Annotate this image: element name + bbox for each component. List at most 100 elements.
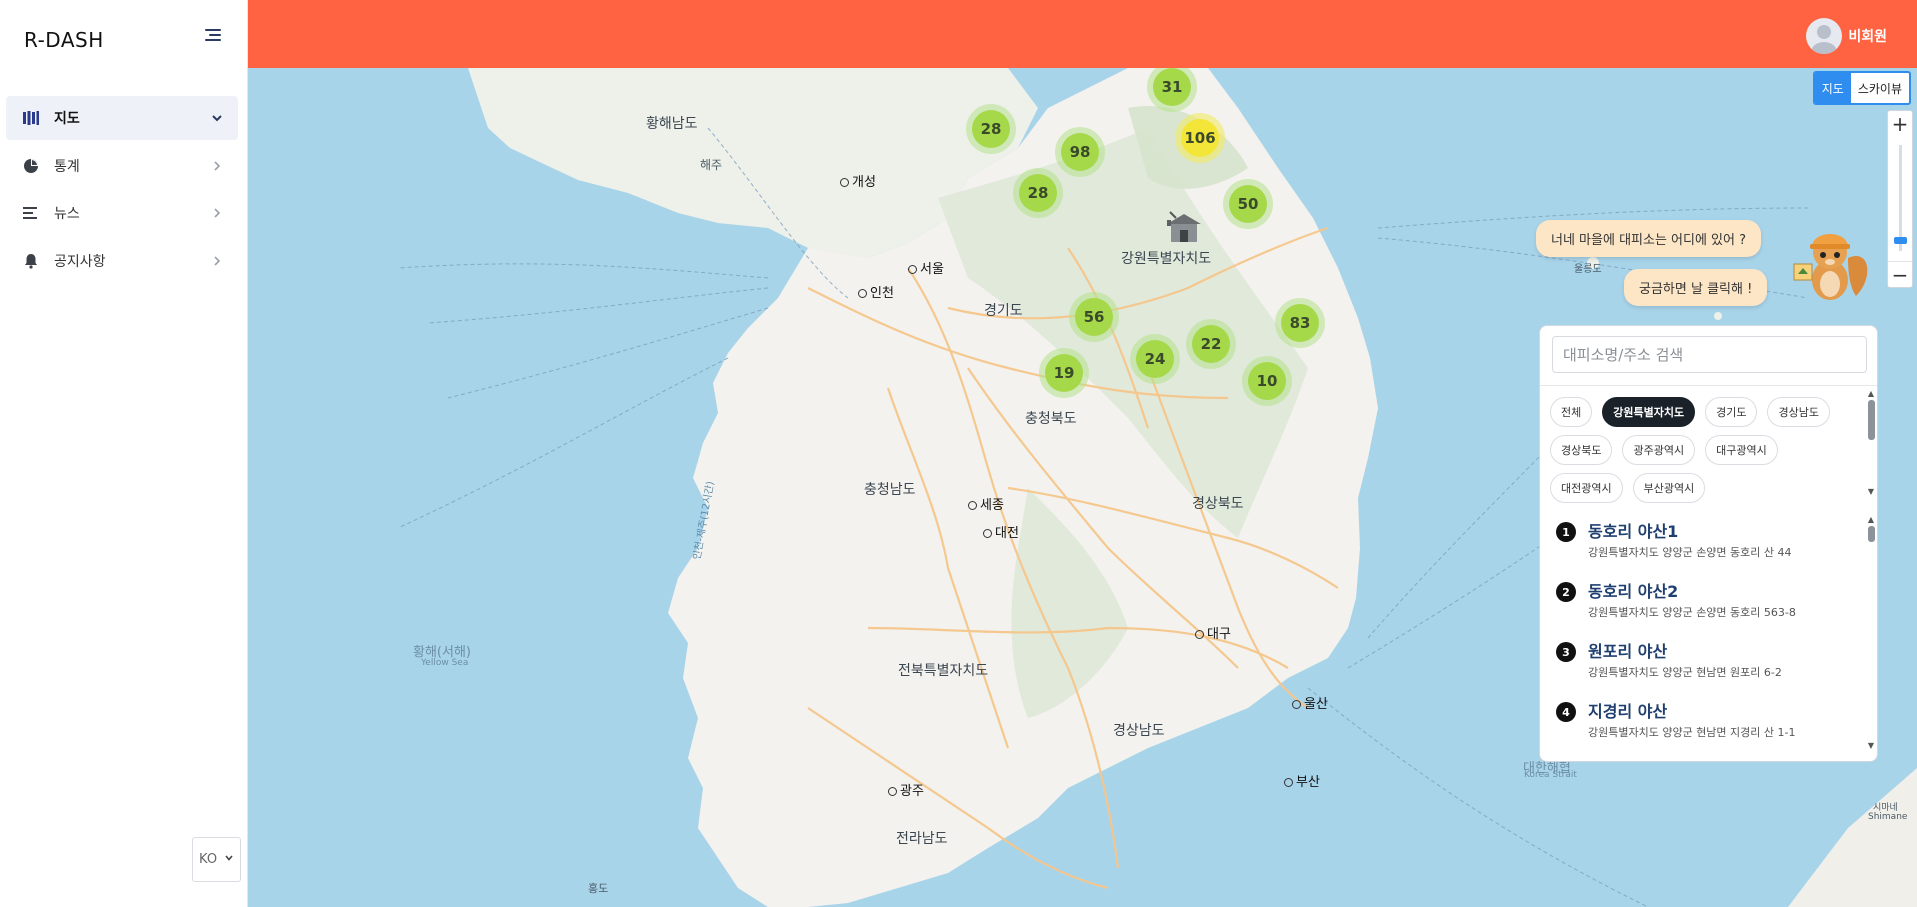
user-menu[interactable]: 비회원 <box>1806 18 1887 54</box>
speech-bubble-prompt[interactable]: 궁금하면 날 클릭해 ! <box>1624 269 1768 306</box>
cluster-marker[interactable]: 56 <box>1069 292 1119 342</box>
zoom-slider-handle[interactable] <box>1894 237 1907 244</box>
chip-daegu[interactable]: 대구광역시 <box>1705 435 1778 465</box>
cluster-count: 50 <box>1229 185 1267 223</box>
shelter-list-item[interactable]: 3 원포리 야산 강원특별자치도 양양군 현남면 원포리 6-2 <box>1556 638 1856 698</box>
scroll-down-icon[interactable]: ▼ <box>1867 742 1875 750</box>
news-icon <box>22 204 40 222</box>
cluster-marker[interactable]: 24 <box>1130 334 1180 384</box>
user-name: 비회원 <box>1848 29 1887 45</box>
cluster-marker[interactable]: 50 <box>1223 179 1273 229</box>
scroll-up-icon[interactable]: ▲ <box>1867 390 1875 398</box>
sidebar-item-label: 뉴스 <box>54 206 80 222</box>
chip-busan[interactable]: 부산광역시 <box>1632 473 1706 503</box>
sidebar: R-DASH 지도 통계 뉴스 공지사항 KO <box>0 0 248 907</box>
sidebar-item-map[interactable]: 지도 <box>6 96 238 140</box>
shelter-name: 동호리 야산2 <box>1588 582 1679 601</box>
language-value: KO <box>199 852 218 867</box>
chip-gyeongbuk[interactable]: 경상북도 <box>1550 435 1613 465</box>
shelter-address: 강원특별자치도 양양군 손양면 동호리 563-8 <box>1588 606 1796 619</box>
scroll-thumb[interactable] <box>1867 526 1875 542</box>
map-label-hwanghae: 황해남도 <box>646 116 698 132</box>
sidebar-item-label: 공지사항 <box>54 253 106 270</box>
map-label-ulsan: 울산 <box>1292 693 1328 712</box>
map-label-busan: 부산 <box>1284 771 1320 790</box>
map-label-hongdo: 홍도 <box>588 882 609 895</box>
cluster-marker[interactable]: 28 <box>1013 168 1063 218</box>
shelter-list-item[interactable]: 4 지경리 야산 강원특별자치도 양양군 현남면 지경리 산 1-1 <box>1556 698 1856 758</box>
shelter-list: 1 동호리 야산1 강원특별자치도 양양군 손양면 동호리 산 44 2 동호리… <box>1556 518 1856 758</box>
cluster-count: 19 <box>1045 354 1083 392</box>
menu-toggle-icon[interactable] <box>202 26 224 48</box>
sidebar-item-notice[interactable]: 공지사항 <box>6 239 238 283</box>
zoom-out-button[interactable]: − <box>1888 261 1912 287</box>
chip-gyeongnam[interactable]: 경상남도 <box>1767 397 1830 427</box>
divider <box>1540 385 1877 386</box>
cluster-marker[interactable]: 10 <box>1242 356 1292 406</box>
chip-all[interactable]: 전체 <box>1550 397 1593 427</box>
cluster-marker[interactable]: 19 <box>1039 348 1089 398</box>
shelter-name: 동호리 야산1 <box>1588 522 1679 541</box>
scroll-down-icon[interactable]: ▼ <box>1867 488 1875 496</box>
map-view-toggle: 지도 스카이뷰 <box>1812 71 1911 105</box>
cluster-count: 106 <box>1181 119 1219 157</box>
shelter-list-item[interactable]: 1 동호리 야산1 강원특별자치도 양양군 손양면 동호리 산 44 <box>1556 518 1856 578</box>
shelter-panel: 전체 강원특별자치도 경기도 경상남도 경상북도 광주광역시 대구광역시 대전광… <box>1539 325 1878 762</box>
shelter-name: 원포리 야산 <box>1588 642 1668 661</box>
shelter-list-item[interactable]: 2 동호리 야산2 강원특별자치도 양양군 손양면 동호리 563-8 <box>1556 578 1856 638</box>
zoom-in-button[interactable]: + <box>1888 111 1912 137</box>
zoom-control: + − <box>1887 110 1913 288</box>
chip-gyeonggi[interactable]: 경기도 <box>1705 397 1758 427</box>
cluster-marker[interactable]: 98 <box>1055 127 1105 177</box>
shelter-number: 4 <box>1556 702 1576 722</box>
chips-scrollbar[interactable]: ▲ ▼ <box>1867 390 1875 496</box>
chevron-right-icon <box>214 160 221 171</box>
map-label-chungnam: 충청남도 <box>864 482 916 498</box>
brand-logo[interactable]: R-DASH <box>24 28 104 52</box>
house-marker-icon[interactable] <box>1164 208 1204 244</box>
sidebar-item-label: 지도 <box>54 111 80 127</box>
map-icon <box>22 109 40 127</box>
cluster-count: 98 <box>1061 133 1099 171</box>
map-label-ulleungdo: 울릉도 <box>1574 264 1602 275</box>
cluster-count: 10 <box>1248 362 1286 400</box>
cluster-marker[interactable]: 106 <box>1175 113 1225 163</box>
sidebar-item-news[interactable]: 뉴스 <box>6 191 238 235</box>
chip-gwangju[interactable]: 광주광역시 <box>1622 435 1696 465</box>
map-label-incheon: 인천 <box>858 282 894 301</box>
chevron-down-icon <box>225 855 233 861</box>
language-select[interactable]: KO <box>192 837 241 882</box>
map-label-gyeongbuk: 경상북도 <box>1192 496 1244 512</box>
mascot-squirrel-icon[interactable] <box>1790 218 1872 304</box>
zoom-track[interactable] <box>1899 145 1902 251</box>
skyview-button[interactable]: 스카이뷰 <box>1851 73 1909 103</box>
scroll-up-icon[interactable]: ▲ <box>1867 516 1875 524</box>
map-label-gyeonggi: 경기도 <box>984 303 1023 319</box>
sidebar-item-stats[interactable]: 통계 <box>6 144 238 188</box>
cluster-count: 28 <box>972 110 1010 148</box>
scroll-thumb[interactable] <box>1867 400 1875 440</box>
map-label-gwangju: 광주 <box>888 780 924 799</box>
cluster-marker[interactable]: 22 <box>1186 319 1236 369</box>
map-label-gyeongnam: 경상남도 <box>1113 723 1165 739</box>
map-label-shimane-en: Shimane <box>1868 812 1908 822</box>
sidebar-nav: 지도 통계 뉴스 공지사항 <box>6 96 238 286</box>
chip-daejeon[interactable]: 대전광역시 <box>1550 473 1623 503</box>
cluster-marker[interactable]: 28 <box>966 104 1016 154</box>
map-label-jeonnam: 전라남도 <box>896 831 948 847</box>
cluster-marker[interactable]: 83 <box>1275 298 1325 348</box>
speech-bubble-question[interactable]: 너네 마을에 대피소는 어디에 있어 ? <box>1536 220 1762 257</box>
map-label-jeonbuk: 전북특별자치도 <box>898 663 989 679</box>
shelter-number: 1 <box>1556 522 1576 542</box>
map-label-chungbuk: 충청북도 <box>1025 411 1077 427</box>
map-view-button[interactable]: 지도 <box>1814 73 1851 103</box>
shelter-search-input[interactable] <box>1552 336 1867 373</box>
map-label-daejeon: 대전 <box>983 522 1019 541</box>
map-label-daegu: 대구 <box>1195 623 1231 642</box>
chevron-down-icon <box>212 115 222 122</box>
map-label-korea-strait-en: Korea Strait <box>1524 770 1577 780</box>
chip-gangwon[interactable]: 강원특별자치도 <box>1602 397 1696 427</box>
pie-chart-icon <box>22 157 40 175</box>
sidebar-item-label: 통계 <box>54 158 80 175</box>
list-scrollbar[interactable]: ▲ ▼ <box>1867 516 1875 750</box>
